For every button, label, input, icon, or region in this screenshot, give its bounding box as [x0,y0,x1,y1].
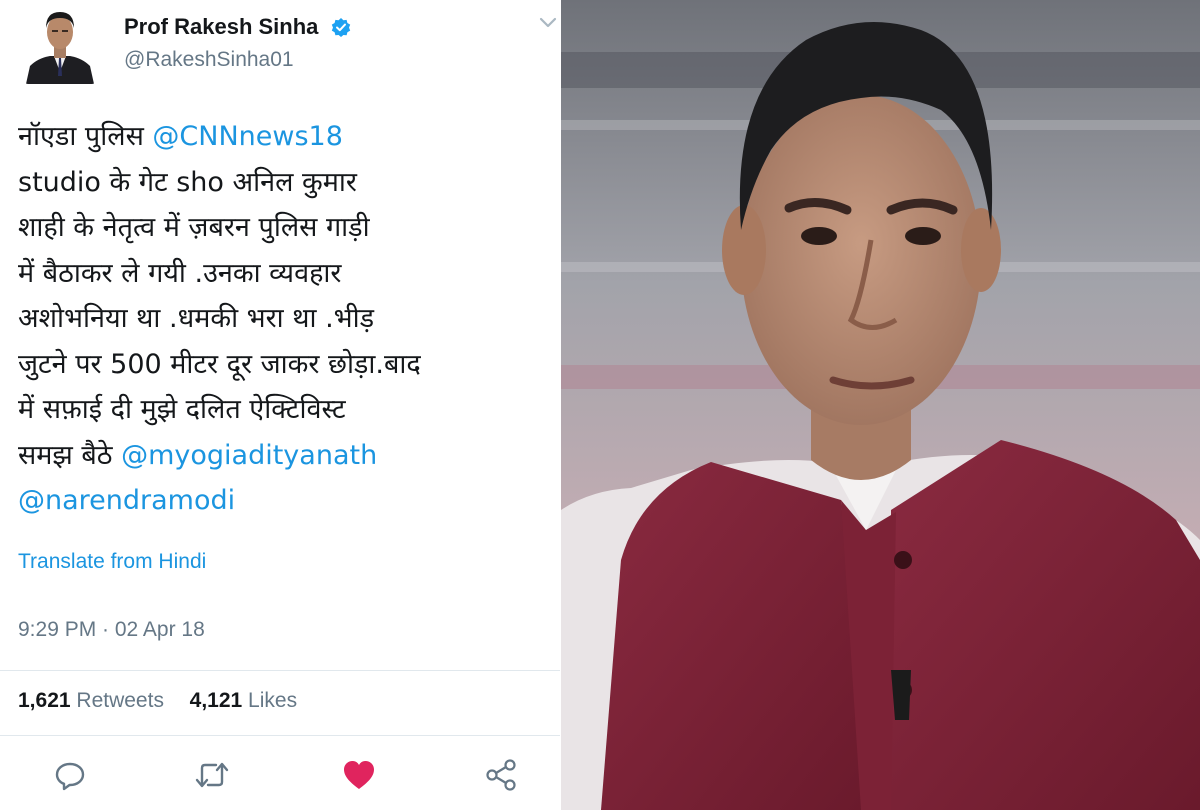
tweet-text-segment: अशोभनिया था .धमकी भरा था .भीड़ [18,303,375,334]
tweet-text-segment: समझ बैठे [18,439,122,471]
verified-badge-icon [331,17,351,43]
mention-link[interactable]: @narendramodi [18,485,235,516]
retweet-icon [195,762,229,788]
divider [0,735,560,736]
tweet-text-line: शाही के नेतृत्व में ज़बरन पुलिस गाड़ी [18,205,548,251]
tweet-text-line: studio के गेट sho अनिल कुमार [18,160,548,206]
tweet-text-line: समझ बैठे @myogiadityanath [18,433,548,479]
tweet-text-segment: शाही के नेतृत्व में ज़बरन पुलिस गाड़ी [18,212,370,243]
display-name-text: Prof Rakesh Sinha [124,14,319,39]
chevron-down-icon[interactable] [538,15,558,31]
tweet-text: नॉएडा पुलिस @CNNnews18 studio के गेट sho … [18,114,548,524]
news-photo [561,0,1200,810]
tweet-text-segment: studio के गेट sho अनिल कुमार [18,166,357,198]
tweet-card: Prof Rakesh Sinha @RakeshSinha01 नॉएडा प… [0,0,560,810]
share-icon [486,759,516,791]
engagement-stats: 1,621 Retweets 4,121 Likes [18,689,297,713]
translate-link[interactable]: Translate from Hindi [18,550,206,574]
retweet-button[interactable] [194,757,230,793]
retweets-count: 1,621 [18,689,71,712]
tweet-text-line: में बैठाकर ले गयी .उनका व्यवहार [18,251,548,297]
retweets-stat[interactable]: 1,621 Retweets [18,689,170,712]
display-name[interactable]: Prof Rakesh Sinha [124,14,351,43]
heart-icon [344,761,374,789]
mention-link[interactable]: @CNNnews18 [152,121,342,152]
tweet-text-line: @narendramodi [18,478,548,524]
reply-button[interactable] [52,757,88,793]
tweet-text-segment: में सफ़ाई दी मुझे दलित ऐक्टिविस्ट [18,394,346,425]
mention-link[interactable]: @myogiadityanath [121,440,377,471]
avatar[interactable] [24,6,96,84]
likes-label: Likes [248,689,298,712]
tweet-text-segment: जुटने पर 500 मीटर दूर जाकर छोड़ा.बाद [18,348,421,380]
tweet-timestamp[interactable]: 9:29 PM · 02 Apr 18 [18,618,205,642]
tweet-text-line: जुटने पर 500 मीटर दूर जाकर छोड़ा.बाद [18,342,548,388]
retweets-label: Retweets [76,689,164,712]
user-handle[interactable]: @RakeshSinha01 [124,48,294,72]
divider [0,670,560,671]
tweet-text-segment: में बैठाकर ले गयी .उनका व्यवहार [18,257,342,289]
likes-count: 4,121 [189,689,243,712]
likes-stat[interactable]: 4,121 Likes [190,689,297,712]
reply-icon [55,762,85,791]
tweet-text-line: में सफ़ाई दी मुझे दलित ऐक्टिविस्ट [18,387,548,433]
share-button[interactable] [484,757,520,793]
tweet-text-line: नॉएडा पुलिस @CNNnews18 [18,114,548,160]
like-button[interactable] [341,757,377,793]
tweet-text-line: अशोभनिया था .धमकी भरा था .भीड़ [18,296,548,342]
tweet-text-segment: नॉएडा पुलिस [18,121,153,152]
